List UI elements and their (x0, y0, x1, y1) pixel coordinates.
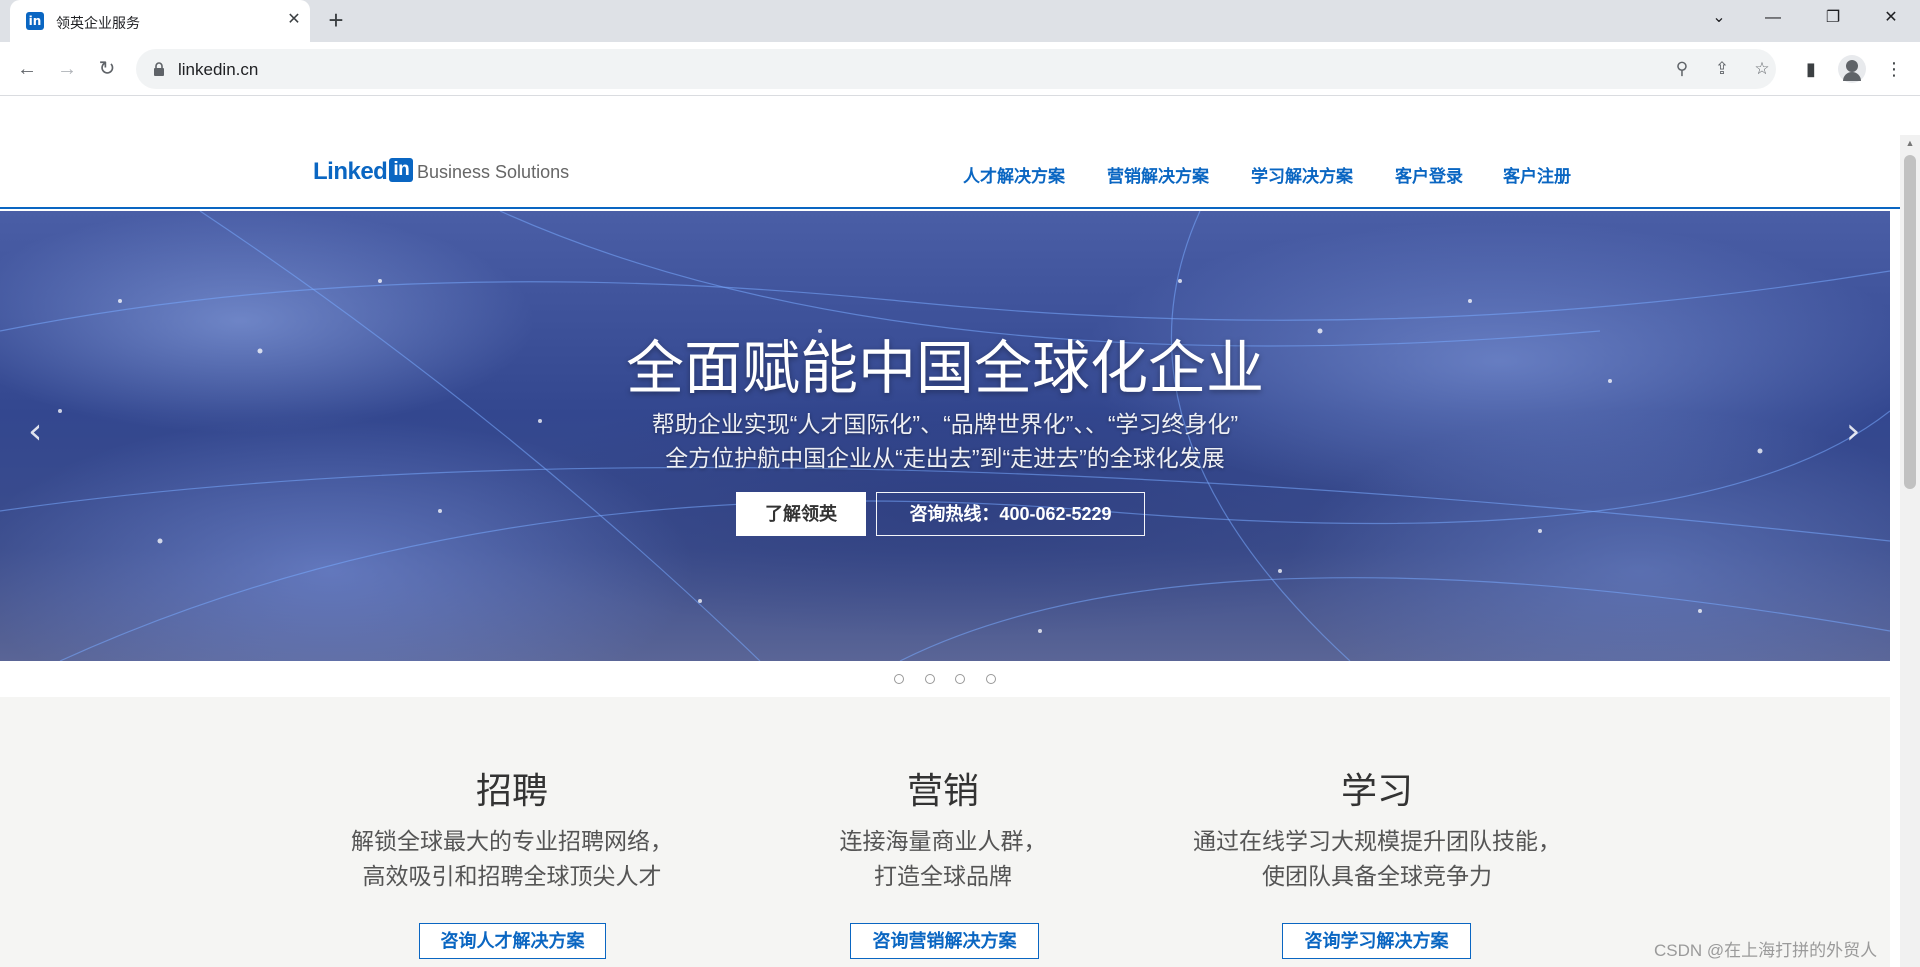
logo-in-icon: in (389, 158, 414, 182)
service-desc-line1: 解锁全球最大的专业招聘网络， (351, 828, 673, 854)
linkedin-logo[interactable]: Linked in (313, 158, 414, 186)
profile-avatar-icon[interactable] (1838, 55, 1866, 83)
zoom-icon[interactable]: ⚲ (1670, 57, 1694, 81)
service-desc-line2: 使团队具备全球竞争力 (1262, 863, 1492, 889)
linkedin-favicon-icon: in (26, 12, 44, 30)
service-desc-line2: 打造全球品牌 (874, 863, 1012, 889)
back-icon[interactable]: ← (10, 52, 44, 86)
consult-talent-button[interactable]: 咨询人才解决方案 (419, 923, 606, 959)
browser-tab[interactable]: in 领英企业服务 ✕ (10, 0, 310, 42)
hero-subtitle-line2: 全方位护航中国企业从“走出去”到“走进去”的全球化发展 (665, 445, 1225, 471)
nav-customer-register[interactable]: 客户注册 (1503, 162, 1571, 187)
nav-talent-solutions[interactable]: 人才解决方案 (963, 162, 1065, 187)
address-bar[interactable]: linkedin.cn ⚲ ⇪ ☆ (136, 49, 1776, 89)
minimize-button[interactable]: — (1750, 0, 1796, 36)
side-panel-icon[interactable]: ▮ (1799, 57, 1823, 81)
consult-marketing-button[interactable]: 咨询营销解决方案 (850, 923, 1039, 959)
reload-icon[interactable]: ↻ (90, 52, 124, 86)
menu-kebab-icon[interactable]: ⋮ (1882, 57, 1906, 81)
url-text[interactable]: linkedin.cn (178, 60, 258, 80)
service-title: 营销 (906, 770, 979, 811)
browser-toolbar: ← → ↻ linkedin.cn ⚲ ⇪ ☆ ▮ ⋮ (0, 42, 1920, 96)
hero-carousel: ‹ › 全面赋能中国全球化企业 帮助企业实现“人才国际化”、“品牌世界化”、、“… (0, 211, 1890, 661)
hero-title: 全面赋能中国全球化企业 (625, 336, 1264, 401)
scroll-thumb[interactable] (1904, 155, 1916, 489)
learn-linkedin-button[interactable]: 了解领英 (736, 492, 866, 536)
carousel-dot[interactable] (955, 674, 966, 684)
consult-learning-button[interactable]: 咨询学习解决方案 (1282, 923, 1471, 959)
window-close-button[interactable]: ✕ (1868, 0, 1914, 36)
service-desc-line1: 连接海量商业人群， (839, 828, 1047, 854)
page-viewport: Linked in Business Solutions 人才解决方案 营销解决方… (0, 135, 1900, 967)
carousel-dot[interactable] (894, 674, 905, 684)
new-tab-button[interactable]: + (322, 7, 350, 35)
service-desc-line1: 通过在线学习大规模提升团队技能， (1193, 828, 1561, 854)
hero-subtitle-line1: 帮助企业实现“人才国际化”、“品牌世界化”、、“学习终身化” (651, 411, 1239, 437)
page-scrollbar[interactable]: ▲ (1900, 135, 1920, 967)
lock-icon (154, 62, 164, 76)
browser-tab-strip: in 领英企业服务 ✕ + ⌄ — ❐ ✕ (0, 0, 1920, 42)
bookmark-star-icon[interactable]: ☆ (1750, 57, 1774, 81)
nav-customer-login[interactable]: 客户登录 (1395, 162, 1463, 187)
tab-search-icon[interactable]: ⌄ (1696, 0, 1742, 36)
tab-title: 领英企业服务 (56, 15, 140, 31)
carousel-dot[interactable] (924, 674, 935, 684)
scroll-up-arrow-icon[interactable]: ▲ (1900, 138, 1920, 152)
nav-marketing-solutions[interactable]: 营销解决方案 (1107, 162, 1209, 187)
services-section: 招聘 解锁全球最大的专业招聘网络， 高效吸引和招聘全球顶尖人才 咨询人才解决方案… (0, 697, 1890, 967)
tab-close-icon[interactable]: ✕ (282, 8, 306, 32)
nav-learning-solutions[interactable]: 学习解决方案 (1251, 162, 1353, 187)
carousel-indicators (0, 671, 1890, 685)
share-icon[interactable]: ⇪ (1710, 57, 1734, 81)
service-title: 招聘 (475, 770, 548, 811)
logo-text: Linked (313, 158, 388, 185)
forward-icon[interactable]: → (50, 52, 84, 86)
hotline-button[interactable]: 咨询热线：400-062-5229 (876, 492, 1145, 536)
service-title: 学习 (1340, 770, 1413, 811)
logo-subtitle: Business Solutions (417, 162, 570, 182)
site-header: Linked in Business Solutions 人才解决方案 营销解决方… (0, 135, 1900, 209)
service-desc-line2: 高效吸引和招聘全球顶尖人才 (362, 863, 662, 889)
carousel-dot[interactable] (985, 674, 996, 684)
restore-button[interactable]: ❐ (1810, 0, 1856, 36)
csdn-watermark: CSDN @在上海打拼的外贸人 (1654, 941, 1878, 960)
